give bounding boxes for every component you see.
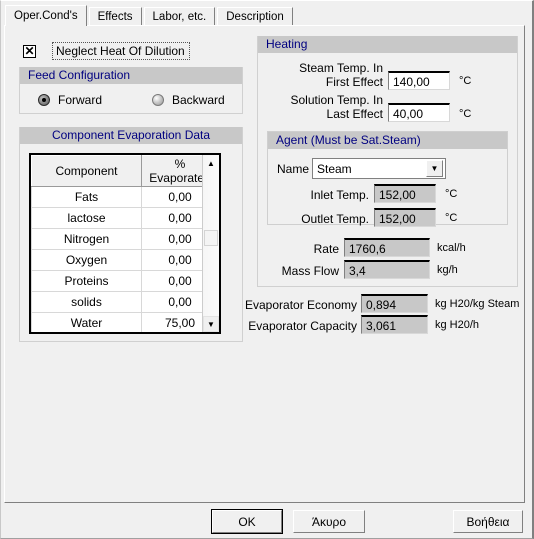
rate-value: 1760,6 (344, 238, 430, 257)
cancel-button[interactable]: Άκυρο (293, 510, 365, 533)
neglect-heat-of-dilution-label: Neglect Heat Of Dilution (52, 42, 190, 60)
feed-configuration-title: Feed Configuration (20, 67, 242, 84)
scrollbar-thumb[interactable] (204, 230, 218, 246)
agent-name-combobox[interactable]: Steam ▼ (312, 158, 446, 179)
mass-flow-unit: kg/h (437, 264, 458, 276)
table-header-row: Component % Evaporated (31, 155, 219, 187)
outlet-temp-unit: °C (445, 212, 458, 224)
tab-label: Oper.Cond's (14, 10, 78, 22)
rate-unit: kcal/h (437, 242, 466, 254)
heating-title: Heating (258, 36, 517, 53)
solution-temp-label-line2: Last Effect (326, 107, 383, 121)
table-row[interactable]: Nitrogen 0,00 (31, 228, 219, 250)
cancel-button-label: Άκυρο (311, 514, 347, 529)
evaporator-capacity-unit: kg H20/h (435, 319, 480, 331)
solution-temp-label-line1: Solution Temp. In (290, 93, 383, 107)
inlet-temp-value: 152,00 (374, 184, 436, 203)
cell-component[interactable]: Proteins (31, 270, 142, 292)
steam-temp-unit: °C (459, 75, 472, 87)
inlet-temp-unit: °C (445, 188, 458, 200)
solution-temp-unit: °C (459, 108, 472, 120)
table-row[interactable]: Oxygen 0,00 (31, 249, 219, 271)
table-row[interactable]: lactose 0,00 (31, 207, 219, 229)
tab-label: Labor, etc. (152, 11, 207, 23)
radio-backward[interactable]: Backward (152, 93, 225, 107)
cell-component[interactable]: lactose (31, 207, 142, 229)
feed-configuration-group: Feed Configuration Forward Backward (19, 67, 243, 114)
dialog-window: Oper.Cond's Effects Labor, etc. Descript… (0, 0, 534, 539)
table-vertical-scrollbar[interactable]: ▲ ▼ (202, 155, 219, 332)
tab-label: Description (226, 11, 284, 23)
neglect-heat-of-dilution-row[interactable]: ✕ Neglect Heat Of Dilution (23, 42, 190, 60)
radio-backward-bullet (152, 94, 164, 106)
checkmark-icon: ✕ (24, 43, 35, 58)
tab-label: Effects (97, 11, 133, 23)
help-button[interactable]: Βοήθεια (453, 510, 523, 533)
solution-temp-input[interactable]: 40,00 (388, 103, 450, 122)
evaporator-economy-unit: kg H20/kg Steam (435, 298, 520, 310)
table-body: Fats 0,00 lactose 0,00 Nitrogen 0,00 Oxy… (31, 186, 219, 332)
table-row[interactable]: Fats 0,00 (31, 186, 219, 208)
chevron-down-icon[interactable]: ▼ (426, 160, 443, 177)
tab-description[interactable]: Description (217, 7, 293, 26)
agent-name-value: Steam (317, 161, 352, 176)
cell-component[interactable]: solids (31, 291, 142, 313)
outlet-temp-label: Outlet Temp. (301, 212, 369, 226)
tab-labor-etc[interactable]: Labor, etc. (143, 7, 216, 26)
radio-backward-label: Backward (172, 93, 225, 107)
cell-component[interactable]: Fats (31, 186, 142, 208)
tab-page-oper-conds: ✕ Neglect Heat Of Dilution Feed Configur… (4, 25, 525, 503)
inlet-temp-label: Inlet Temp. (310, 188, 369, 202)
feed-configuration-options: Forward Backward (20, 84, 242, 130)
cell-component[interactable]: Water (31, 312, 142, 332)
table-row[interactable]: Water 75,00 (31, 312, 219, 332)
mass-flow-value: 3,4 (344, 260, 430, 279)
evaporator-economy-value: 0,894 (361, 294, 428, 313)
table-row[interactable]: solids 0,00 (31, 291, 219, 313)
ok-button-label: OK (238, 514, 256, 529)
evaporator-capacity-value: 3,061 (361, 315, 428, 334)
table-row[interactable]: Proteins 0,00 (31, 270, 219, 292)
cell-component[interactable]: Nitrogen (31, 228, 142, 250)
evaporator-economy-label: Evaporator Economy (245, 298, 358, 312)
scroll-up-icon[interactable]: ▲ (203, 155, 219, 171)
neglect-heat-of-dilution-checkbox[interactable]: ✕ (23, 43, 36, 58)
steam-temp-label-line2: First Effect (325, 75, 383, 89)
radio-forward-bullet (38, 94, 50, 106)
steam-temp-input[interactable]: 140,00 (388, 71, 450, 90)
scroll-down-icon[interactable]: ▼ (203, 316, 219, 332)
radio-forward-label: Forward (58, 93, 103, 107)
evaporator-capacity-label: Evaporator Capacity (248, 319, 357, 333)
tab-oper-conds[interactable]: Oper.Cond's (5, 5, 87, 26)
steam-temp-label-line1: Steam Temp. In (299, 61, 383, 75)
radio-forward[interactable]: Forward (38, 93, 102, 107)
component-evaporation-table[interactable]: Component % Evaporated Fats 0,00 lactose… (29, 153, 221, 334)
rate-label: Rate (313, 242, 339, 256)
outlet-temp-value: 152,00 (374, 208, 436, 227)
agent-name-label: Name (277, 162, 310, 176)
tab-bar: Oper.Cond's Effects Labor, etc. Descript… (5, 5, 295, 26)
component-evaporation-title: Component Evaporation Data (20, 127, 242, 144)
column-header-component[interactable]: Component (31, 155, 142, 187)
mass-flow-label: Mass Flow (281, 264, 339, 278)
help-button-label: Βοήθεια (466, 514, 510, 529)
ok-button[interactable]: OK (211, 509, 283, 534)
agent-title: Agent (Must be Sat.Steam) (268, 132, 507, 149)
grid: Component % Evaporated Fats 0,00 lactose… (31, 155, 219, 332)
cell-component[interactable]: Oxygen (31, 249, 142, 271)
tab-effects[interactable]: Effects (88, 7, 142, 26)
